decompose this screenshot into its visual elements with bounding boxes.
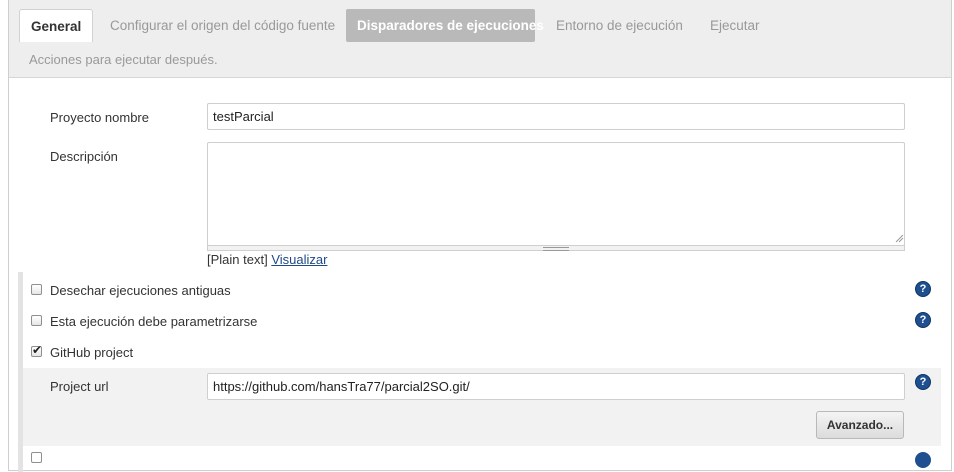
preview-link[interactable]: Visualizar bbox=[271, 252, 327, 267]
help-circle-icon[interactable]: ? bbox=[915, 374, 931, 390]
project-url-label: Project url bbox=[50, 379, 109, 394]
parameterized-checkbox[interactable] bbox=[31, 315, 42, 326]
help-circle-icon[interactable] bbox=[915, 452, 931, 468]
tab-build-triggers[interactable]: Disparadores de ejecuciones bbox=[346, 9, 544, 42]
advanced-button[interactable]: Avanzado... bbox=[816, 411, 904, 439]
markup-format-label: [Plain text] bbox=[207, 252, 268, 267]
description-label: Descripción bbox=[50, 149, 118, 164]
tab-source-code[interactable]: Configurar el origen del código fuente bbox=[99, 9, 346, 42]
tab-post-build-actions[interactable]: Acciones para ejecutar después. bbox=[29, 52, 218, 67]
tab-general[interactable]: General bbox=[19, 9, 94, 42]
discard-old-builds-checkbox[interactable] bbox=[31, 284, 42, 295]
markup-format-line: [Plain text] Visualizar bbox=[207, 252, 327, 267]
help-circle-icon[interactable]: ? bbox=[915, 281, 931, 297]
github-project-checkbox[interactable]: ✔ bbox=[31, 343, 43, 357]
help-circle-icon[interactable]: ? bbox=[915, 312, 931, 328]
checkmark-icon: ✔ bbox=[32, 343, 43, 357]
textarea-resize-bar[interactable] bbox=[207, 245, 905, 251]
tab-build[interactable]: Ejecutar bbox=[699, 9, 771, 42]
discard-old-builds-label[interactable]: Desechar ejecuciones antiguas bbox=[50, 283, 231, 298]
resize-grip-icon[interactable] bbox=[895, 234, 904, 243]
job-config-panel: General Configurar el origen del código … bbox=[8, 0, 952, 472]
parameterized-label[interactable]: Esta ejecución debe parametrizarse bbox=[50, 314, 257, 329]
project-name-input[interactable] bbox=[207, 103, 905, 130]
config-tab-bar: General Configurar el origen del código … bbox=[9, 0, 951, 78]
github-project-label[interactable]: GitHub project bbox=[50, 345, 133, 360]
project-name-label: Proyecto nombre bbox=[50, 110, 149, 125]
tab-build-environment[interactable]: Entorno de ejecución bbox=[545, 9, 694, 42]
checkbox-icon[interactable] bbox=[31, 452, 42, 463]
description-textarea[interactable] bbox=[207, 142, 905, 246]
project-url-input[interactable] bbox=[207, 373, 905, 400]
